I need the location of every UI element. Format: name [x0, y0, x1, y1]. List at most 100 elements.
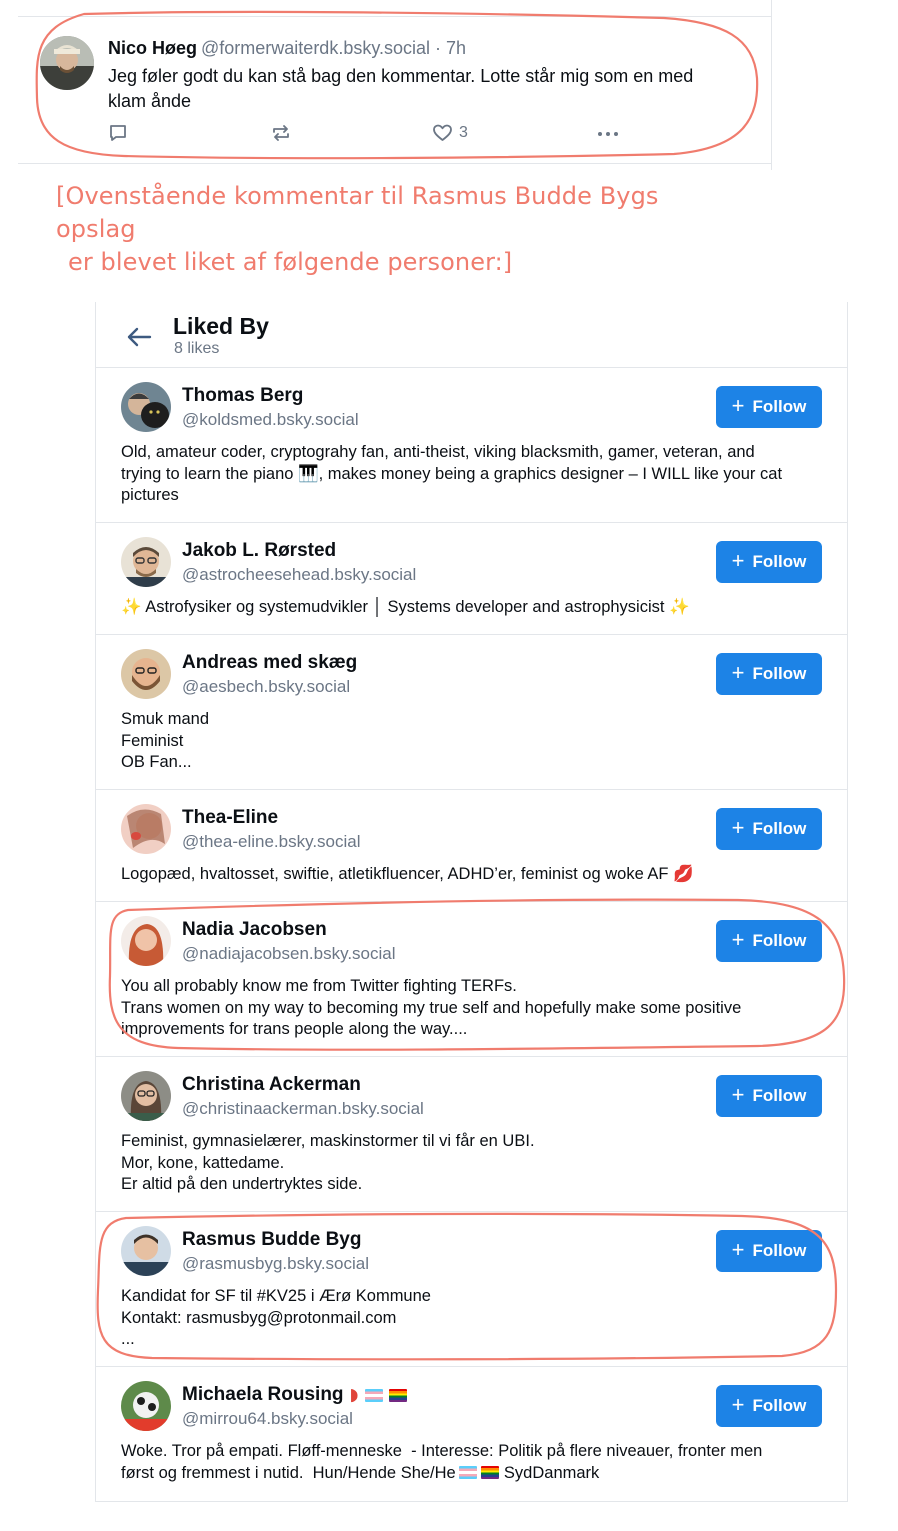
follow-label: Follow [752, 397, 807, 416]
follow-label: Follow [752, 552, 807, 571]
user-row[interactable]: Andreas med skæg @aesbech.bsky.social + F… [96, 635, 847, 790]
post-author[interactable]: Nico Høeg [108, 38, 197, 58]
user-bio: Woke. Tror på empati. Fløff-menneske - I… [121, 1441, 821, 1484]
bio-line: Er altid på den undertryktes side. [121, 1175, 363, 1194]
trans-flag-icon [458, 1465, 477, 1479]
follow-label: Follow [752, 931, 807, 950]
avatar[interactable] [121, 649, 171, 699]
user-name[interactable]: Christina Ackerman [182, 1073, 361, 1097]
panel-header: Liked By 8 likes [96, 302, 847, 368]
post-card[interactable]: Nico Høeg @formerwaiterdk.bsky.social · 7… [18, 0, 772, 170]
user-row[interactable]: Nadia Jacobsen @nadiajacobsen.bsky.socia… [96, 902, 847, 1057]
bio-line: ✨ Astrofysiker og systemudvikler │ Syste… [121, 598, 690, 616]
divider [18, 163, 771, 164]
bio-line: OB Fan... [121, 753, 192, 772]
bio-line: Kandidat for SF til #KV25 i Ærø Kommune [121, 1287, 431, 1305]
reply-button[interactable] [108, 123, 128, 143]
like-button[interactable]: 3 [432, 123, 468, 143]
post-text: Jeg føler godt du kan stå bag den kommen… [108, 66, 694, 111]
avatar[interactable] [121, 382, 171, 432]
bio-line: først og fremmest i nutid. Hun/Hende She… [121, 1463, 821, 1485]
follow-label: Follow [752, 1086, 807, 1105]
user-handle[interactable]: @mirrou64.bsky.social [182, 1408, 353, 1430]
follow-button[interactable]: + Follow [716, 386, 822, 428]
annotation-note: [Ovenstående kommentar til Rasmus Budde … [56, 180, 706, 279]
user-handle[interactable]: @rasmusbyg.bsky.social [182, 1253, 369, 1275]
user-name[interactable]: Michaela Rousing ◗ [182, 1383, 407, 1407]
likes-count: 8 likes [174, 340, 220, 357]
user-handle[interactable]: @koldsmed.bsky.social [182, 409, 359, 431]
follow-button[interactable]: + Follow [716, 1385, 822, 1427]
bio-line: Feminist [121, 731, 184, 750]
bio-line: You all probably know me from Twitter fi… [121, 977, 517, 995]
user-name[interactable]: Jakob L. Rørsted [182, 539, 336, 563]
user-bio: Logopæd, hvaltosset, swiftie, atletikflu… [121, 864, 821, 886]
annotation-line-2: er blevet liket af følgende personer:] [68, 248, 513, 276]
heart-icon [433, 124, 452, 141]
plus-icon: + [731, 548, 745, 573]
follow-button[interactable]: + Follow [716, 1075, 822, 1117]
watermelon-icon: ◗ [349, 1385, 359, 1405]
user-row[interactable]: Thea-Eline @thea-eline.bsky.social + Foll… [96, 790, 847, 902]
follow-button[interactable]: + Follow [716, 808, 822, 850]
user-name[interactable]: Andreas med skæg [182, 651, 357, 675]
follow-label: Follow [752, 819, 807, 838]
post-actions: 3 [108, 123, 648, 147]
follow-button[interactable]: + Follow [716, 541, 822, 583]
plus-icon: + [731, 927, 745, 952]
user-handle[interactable]: @thea-eline.bsky.social [182, 831, 361, 853]
user-bio: ✨ Astrofysiker og systemudvikler │ Syste… [121, 597, 821, 619]
bio-line: improvements for trans people along the … [121, 1020, 468, 1039]
follow-label: Follow [752, 664, 807, 683]
plus-icon: + [731, 1082, 745, 1107]
bio-line: pictures [121, 486, 179, 505]
bio-line: Feminist, gymnasielærer, maskinstormer t… [121, 1132, 535, 1150]
bio-line: Trans women on my way to becoming my tru… [121, 998, 742, 1017]
user-handle[interactable]: @nadiajacobsen.bsky.social [182, 943, 396, 965]
user-handle[interactable]: @astrocheesehead.bsky.social [182, 564, 416, 586]
bio-line: Logopæd, hvaltosset, swiftie, atletikflu… [121, 865, 694, 883]
follow-button[interactable]: + Follow [716, 1230, 822, 1272]
avatar[interactable] [121, 1071, 171, 1121]
bio-line: trying to learn the piano 🎹, makes money… [121, 464, 783, 483]
avatar[interactable] [121, 1381, 171, 1431]
bio-text: SydDanmark [503, 1463, 600, 1482]
user-bio: Feminist, gymnasielærer, maskinstormer t… [121, 1131, 821, 1196]
back-button[interactable] [124, 322, 154, 352]
user-row[interactable]: Thomas Berg @koldsmed.bsky.social + Follo… [96, 368, 847, 523]
user-row[interactable]: Christina Ackerman @christinaackerman.bs… [96, 1057, 847, 1212]
user-row[interactable]: Jakob L. Rørsted @astrocheesehead.bsky.s… [96, 523, 847, 635]
follow-label: Follow [752, 1396, 807, 1415]
follow-button[interactable]: + Follow [716, 920, 822, 962]
user-row[interactable]: Rasmus Budde Byg @rasmusbyg.bsky.social … [96, 1212, 847, 1367]
follow-label: Follow [752, 1241, 807, 1260]
user-name-text: Michaela Rousing [182, 1384, 344, 1405]
user-name[interactable]: Rasmus Budde Byg [182, 1228, 361, 1252]
annotation-line-1: [Ovenstående kommentar til Rasmus Budde … [56, 182, 659, 243]
plus-icon: + [731, 815, 745, 840]
more-options-button[interactable] [596, 123, 620, 143]
user-row[interactable]: Michaela Rousing ◗ @mirrou64.bsky.social… [96, 1367, 847, 1502]
like-count: 3 [459, 124, 468, 141]
bio-text: først og fremmest i nutid. Hun/Hende She… [121, 1463, 456, 1482]
trans-flag-icon [364, 1388, 383, 1402]
avatar[interactable] [121, 804, 171, 854]
bio-line: Kontakt: rasmusbyg@protonmail.com [121, 1308, 397, 1327]
repost-button[interactable] [270, 123, 292, 143]
user-name[interactable]: Thomas Berg [182, 384, 303, 408]
user-handle[interactable]: @aesbech.bsky.social [182, 676, 350, 698]
post-handle[interactable]: @formerwaiterdk.bsky.social · 7h [201, 38, 466, 58]
avatar[interactable] [40, 36, 94, 90]
avatar[interactable] [121, 916, 171, 966]
bio-line: Mor, kone, kattedame. [121, 1153, 285, 1172]
more-icon [598, 132, 618, 136]
user-name[interactable]: Thea-Eline [182, 806, 278, 830]
avatar[interactable] [121, 1226, 171, 1276]
post-header: Nico Høeg @formerwaiterdk.bsky.social · 7… [108, 36, 466, 60]
bio-line: Smuk mand [121, 710, 210, 728]
user-bio: Old, amateur coder, cryptograhy fan, ant… [121, 442, 821, 507]
avatar[interactable] [121, 537, 171, 587]
user-name[interactable]: Nadia Jacobsen [182, 918, 327, 942]
user-handle[interactable]: @christinaackerman.bsky.social [182, 1098, 424, 1120]
follow-button[interactable]: + Follow [716, 653, 822, 695]
